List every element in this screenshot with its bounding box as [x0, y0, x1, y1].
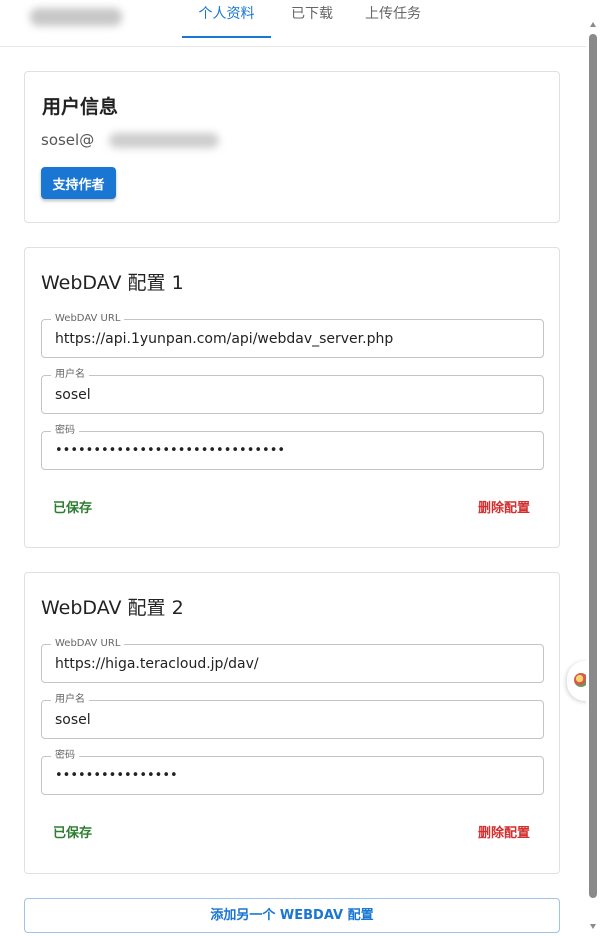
tab-upload-tasks[interactable]: 上传任务	[348, 0, 438, 36]
add-webdav-config-button[interactable]: 添加另一个 WEBDAV 配置	[24, 898, 560, 933]
webdav-url-field[interactable]: WebDAV URL https://higa.teracloud.jp/dav…	[41, 637, 544, 683]
webdav-url-field[interactable]: WebDAV URL https://api.1yunpan.com/api/w…	[41, 312, 544, 358]
user-info-card: 用户信息 sosel@ 支持作者	[24, 71, 560, 223]
user-email-text: sosel@	[41, 131, 95, 149]
scroll-up-arrow-icon[interactable]	[590, 22, 596, 27]
app-logo-blurred	[30, 8, 122, 26]
email-redaction-blur	[109, 133, 219, 148]
password-field[interactable]: 密码 ••••••••••••••••	[41, 749, 544, 795]
username-label: 用户名	[51, 368, 89, 381]
user-info-title: 用户信息	[42, 96, 119, 118]
webdav-config-card-2: WebDAV 配置 2 WebDAV URL https://higa.tera…	[24, 572, 560, 874]
username-field[interactable]: 用户名 sosel	[41, 368, 544, 414]
tab-downloaded[interactable]: 已下载	[280, 0, 344, 36]
top-navigation-bar: 个人资料 已下载 上传任务	[0, 0, 586, 47]
webdav-url-label: WebDAV URL	[51, 637, 125, 650]
saved-status: 已保存	[53, 501, 93, 516]
username-field[interactable]: 用户名 sosel	[41, 693, 544, 739]
password-value[interactable]: ••••••••••••••••••••••••••••••	[55, 442, 285, 460]
delete-config-button[interactable]: 删除配置	[478, 497, 530, 516]
user-email: sosel@	[41, 130, 219, 152]
saved-status: 已保存	[53, 826, 93, 841]
password-label: 密码	[51, 749, 79, 762]
webdav-url-label: WebDAV URL	[51, 312, 125, 325]
password-value[interactable]: ••••••••••••••••	[55, 767, 178, 785]
scroll-down-arrow-icon[interactable]	[590, 924, 596, 929]
password-field[interactable]: 密码 ••••••••••••••••••••••••••••••	[41, 424, 544, 470]
tab-bar: 个人资料 已下载 上传任务	[182, 0, 438, 46]
webdav-config-title: WebDAV 配置 2	[41, 597, 184, 619]
webdav-config-card-1: WebDAV 配置 1 WebDAV URL https://api.1yunp…	[24, 247, 560, 548]
page-scrollbar[interactable]	[586, 0, 600, 936]
webdav-url-value[interactable]: https://api.1yunpan.com/api/webdav_serve…	[55, 330, 393, 348]
delete-config-button[interactable]: 删除配置	[478, 822, 530, 841]
username-value[interactable]: sosel	[55, 711, 91, 729]
password-label: 密码	[51, 424, 79, 437]
webdav-url-value[interactable]: https://higa.teracloud.jp/dav/	[55, 655, 259, 673]
tab-profile[interactable]: 个人资料	[182, 0, 271, 38]
webdav-config-title: WebDAV 配置 1	[41, 272, 184, 294]
username-value[interactable]: sosel	[55, 386, 91, 404]
scrollbar-thumb[interactable]	[589, 34, 597, 898]
support-author-button[interactable]: 支持作者	[41, 167, 116, 199]
username-label: 用户名	[51, 693, 89, 706]
